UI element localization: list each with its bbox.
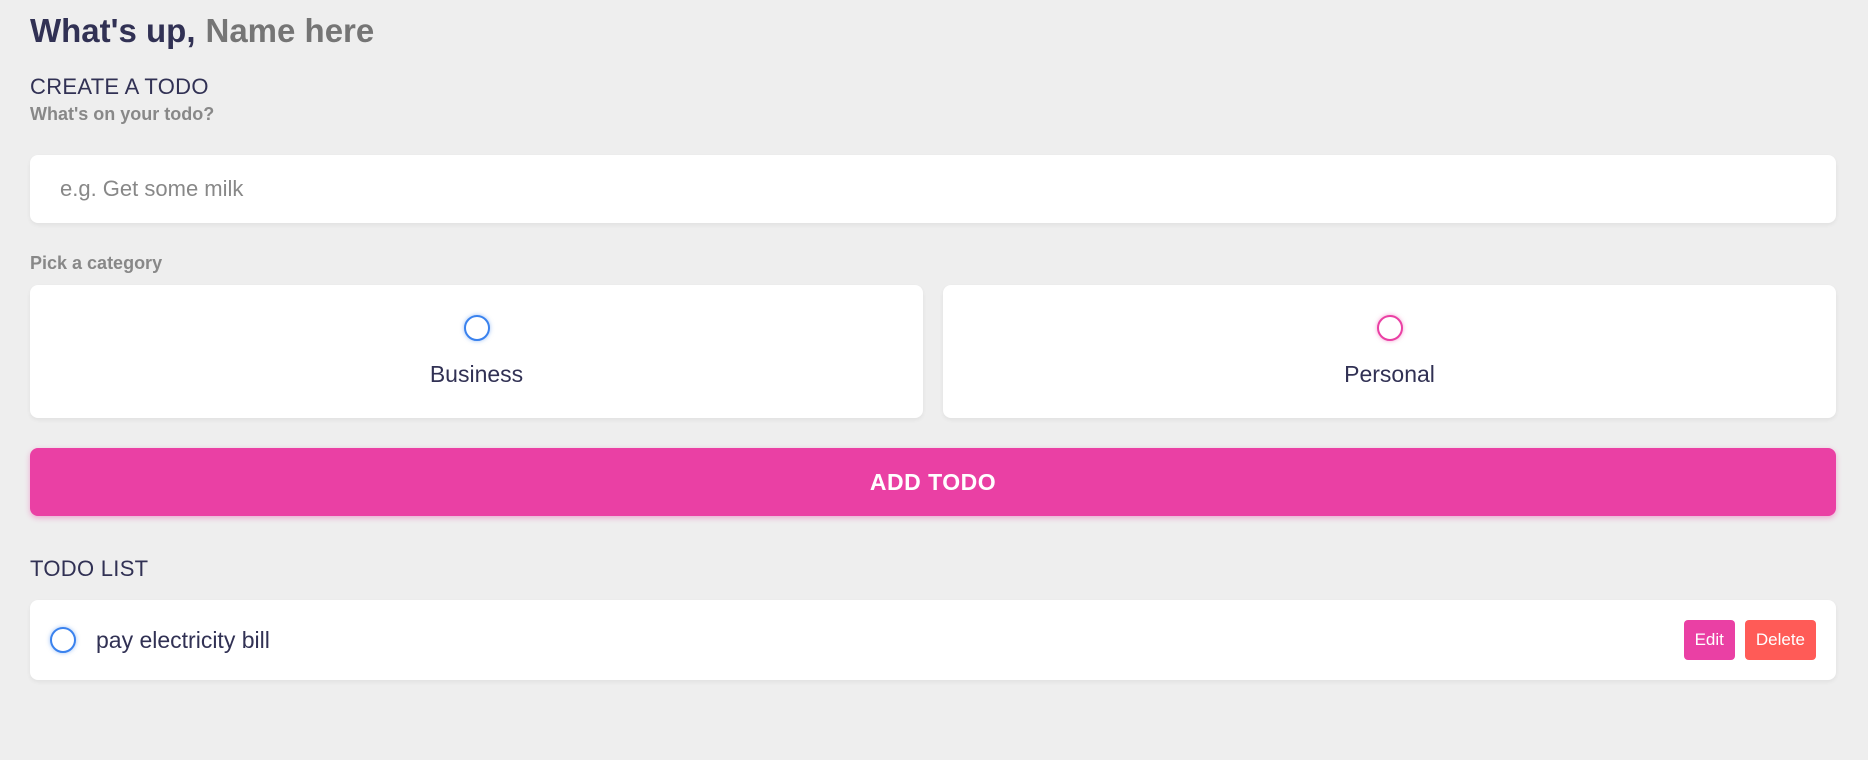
todo-input-label: What's on your todo? (30, 104, 215, 124)
category-label: Pick a category (30, 253, 163, 273)
add-todo-button[interactable]: ADD TODO (30, 448, 1836, 516)
todo-item-text[interactable]: pay electricity bill (96, 627, 1684, 654)
create-todo-heading: CREATE A TODO (30, 74, 209, 99)
todo-app: What's up, CREATE A TODO What's on your … (0, 0, 1868, 760)
personal-radio[interactable] (1376, 315, 1403, 341)
todo-list: pay electricity bill Edit Delete (30, 600, 1836, 680)
todo-content-input[interactable] (30, 155, 1836, 223)
greeting: What's up, (30, 12, 626, 50)
category-option-business[interactable]: Business (30, 285, 923, 418)
business-radio[interactable] (463, 315, 490, 341)
todo-item: pay electricity bill Edit Delete (30, 600, 1836, 680)
greeting-prefix: What's up, (30, 12, 196, 49)
category-options: Business Personal (30, 285, 1836, 418)
name-input[interactable] (205, 12, 626, 50)
todo-done-checkbox[interactable] (50, 627, 76, 653)
edit-button[interactable]: Edit (1683, 620, 1735, 660)
category-option-personal[interactable]: Personal (943, 285, 1836, 418)
delete-button[interactable]: Delete (1744, 620, 1816, 660)
todo-actions: Edit Delete (1683, 620, 1816, 660)
todo-list-heading: TODO LIST (30, 556, 149, 581)
category-label-personal: Personal (1344, 361, 1435, 387)
category-label-business: Business (429, 361, 524, 387)
